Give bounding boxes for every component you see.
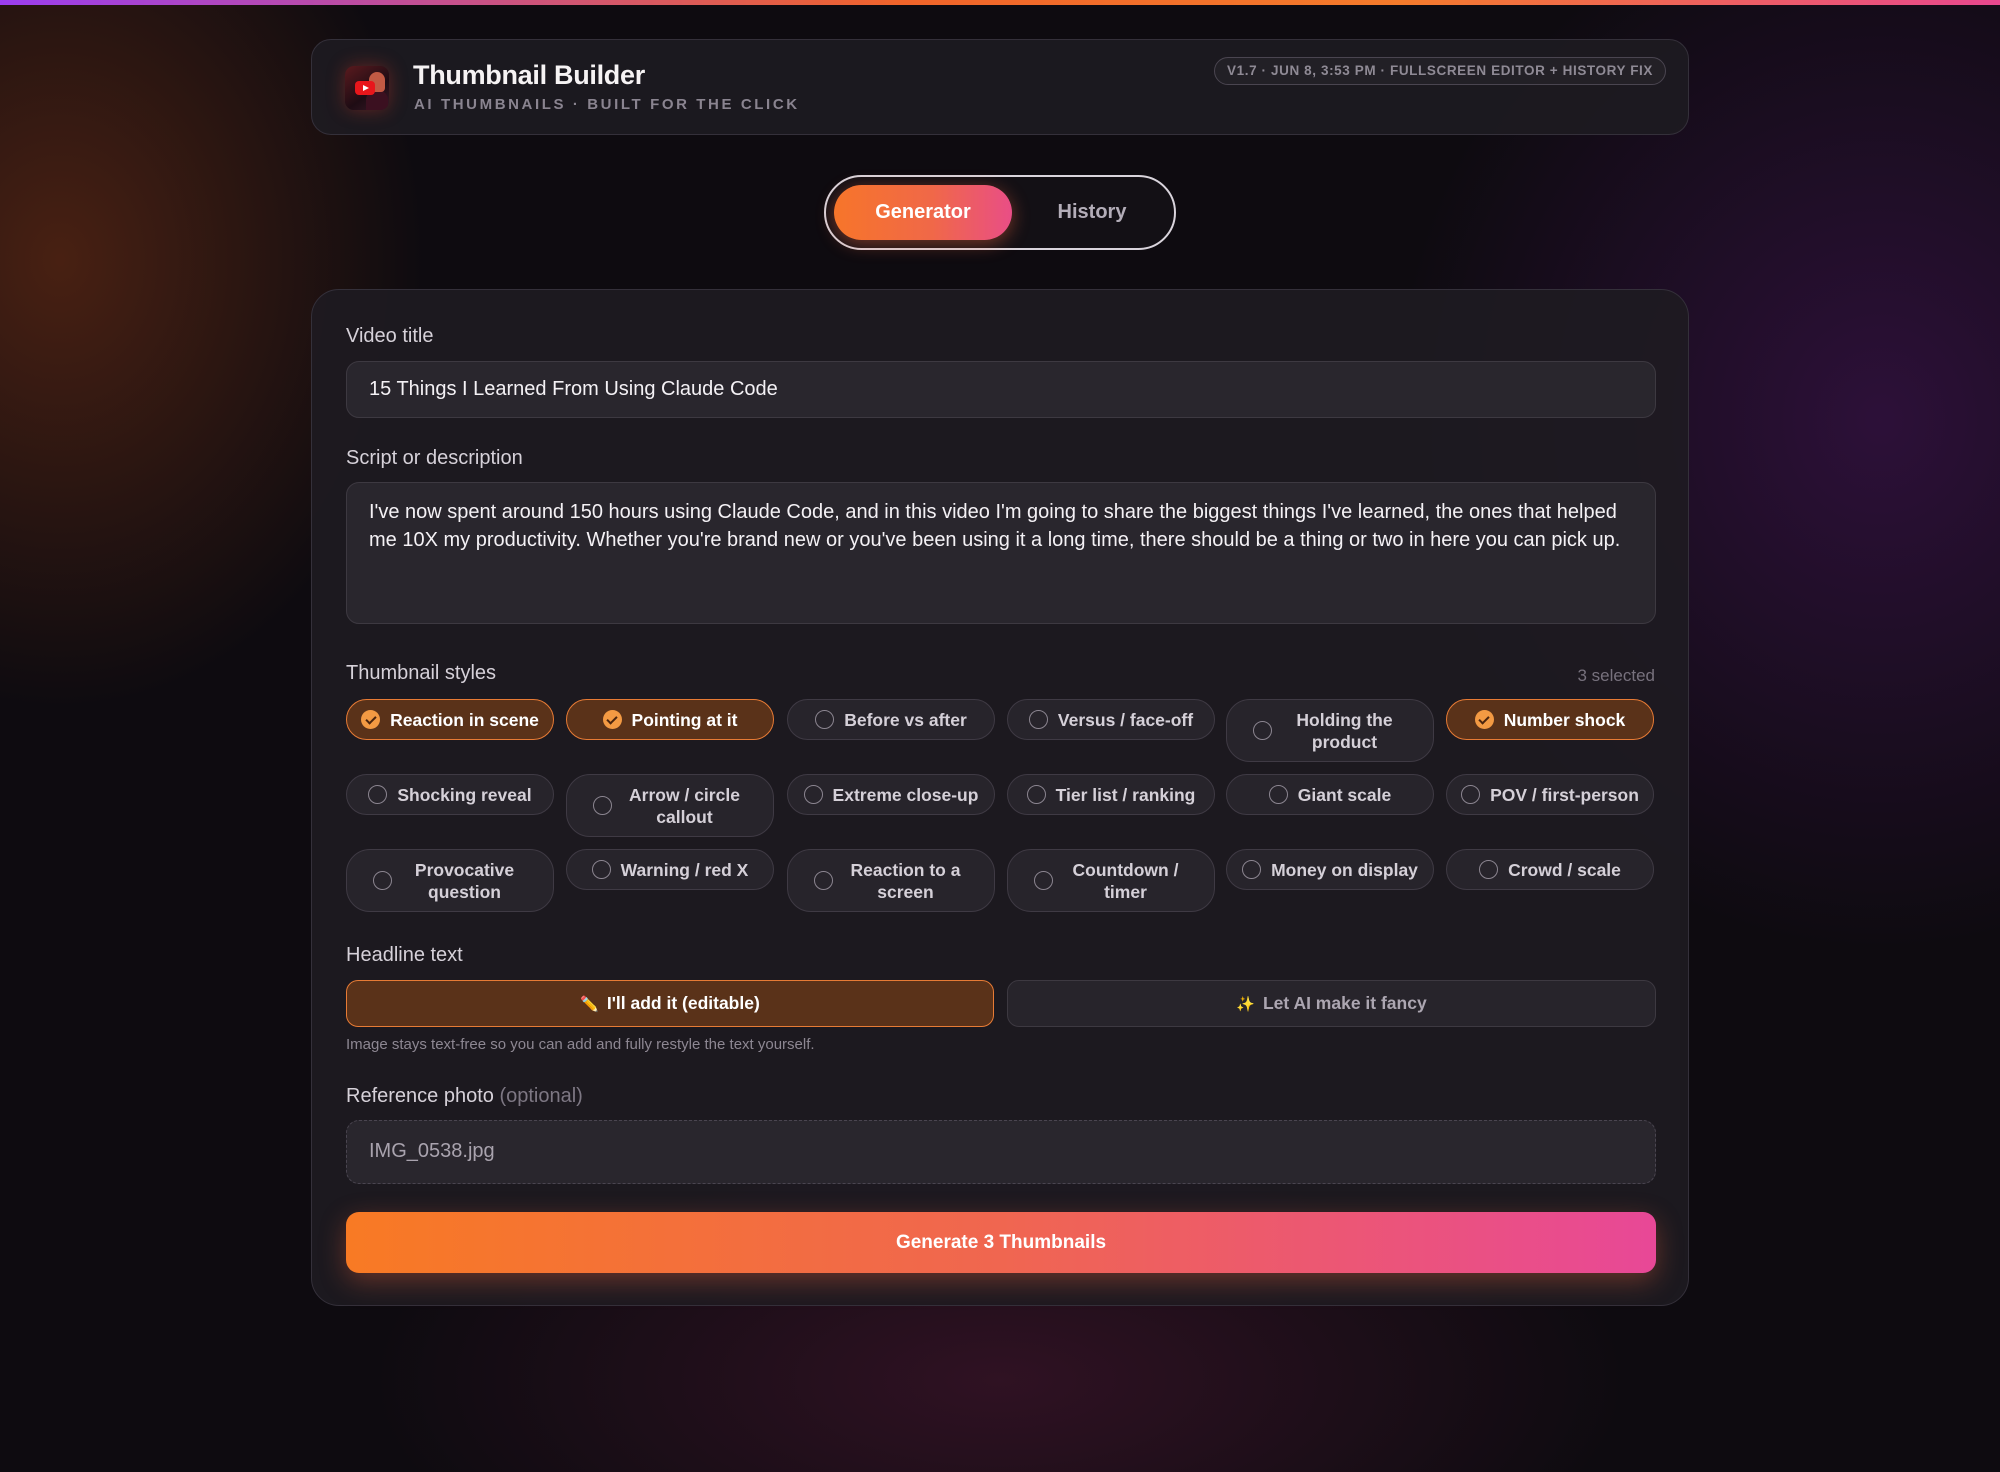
style-chip-extreme-close-up[interactable]: Extreme close-up bbox=[787, 774, 995, 815]
check-icon bbox=[361, 710, 381, 729]
selected-count: 3 selected bbox=[1577, 666, 1656, 685]
radio-icon bbox=[1028, 710, 1048, 729]
style-chip-reaction-in-scene[interactable]: Reaction in scene bbox=[346, 699, 554, 740]
style-chip-reaction-to-a-screen[interactable]: Reaction to a screen bbox=[787, 849, 995, 912]
reference-photo-label: Reference photo (optional) bbox=[346, 1085, 583, 1107]
radio-icon bbox=[1461, 785, 1481, 804]
style-chip-pointing-at-it[interactable]: Pointing at it bbox=[566, 699, 774, 740]
radio-icon bbox=[803, 785, 823, 804]
script-label: Script or description bbox=[346, 447, 523, 469]
tab-switcher: Generator History bbox=[824, 175, 1176, 250]
radio-icon bbox=[814, 871, 833, 890]
radio-icon bbox=[1268, 785, 1288, 804]
style-chip-number-shock[interactable]: Number shock bbox=[1446, 699, 1654, 740]
radio-icon bbox=[368, 785, 388, 804]
style-chip-giant-scale[interactable]: Giant scale bbox=[1226, 774, 1434, 815]
generator-form: Video title 15 Things I Learned From Usi… bbox=[311, 289, 1689, 1306]
style-chip-warning-red-x[interactable]: Warning / red X bbox=[566, 849, 774, 890]
optional-tag: (optional) bbox=[499, 1085, 583, 1107]
top-accent-bar bbox=[0, 0, 2000, 5]
style-chip-versus-face-off[interactable]: Versus / face-off bbox=[1007, 699, 1215, 740]
radio-icon bbox=[591, 860, 611, 879]
radio-icon bbox=[1242, 860, 1262, 879]
style-chip-before-vs-after[interactable]: Before vs after bbox=[787, 699, 995, 740]
headline-label: Headline text bbox=[346, 944, 463, 966]
video-title-input[interactable]: 15 Things I Learned From Using Claude Co… bbox=[346, 361, 1656, 418]
style-chip-tier-list-ranking[interactable]: Tier list / ranking bbox=[1007, 774, 1215, 815]
radio-icon bbox=[593, 796, 612, 815]
check-icon bbox=[1474, 710, 1494, 729]
version-badge: V1.7 · JUN 8, 3:53 PM · FULLSCREEN EDITO… bbox=[1214, 57, 1666, 85]
radio-icon bbox=[1026, 785, 1046, 804]
style-chip-crowd-scale[interactable]: Crowd / scale bbox=[1446, 849, 1654, 890]
style-chip-shocking-reveal[interactable]: Shocking reveal bbox=[346, 774, 554, 815]
style-chip-provocative-question[interactable]: Provocative question bbox=[346, 849, 554, 912]
style-chip-countdown-timer[interactable]: Countdown / timer bbox=[1007, 849, 1215, 912]
style-chip-arrow-circle-callout[interactable]: Arrow / circle callout bbox=[566, 774, 774, 837]
app-logo-icon bbox=[345, 66, 389, 110]
radio-icon bbox=[815, 710, 835, 729]
pencil-icon: ✏️ bbox=[580, 996, 599, 1013]
sparkles-icon: ✨ bbox=[1236, 996, 1255, 1013]
script-textarea[interactable]: I've now spent around 150 hours using Cl… bbox=[346, 482, 1656, 624]
styles-label: Thumbnail styles bbox=[346, 662, 497, 684]
radio-icon bbox=[1479, 860, 1499, 879]
radio-icon bbox=[1034, 871, 1053, 890]
headline-hint: Image stays text-free so you can add and… bbox=[346, 1036, 815, 1053]
video-title-label: Video title bbox=[346, 325, 434, 347]
style-chip-holding-the-product[interactable]: Holding the product bbox=[1226, 699, 1434, 762]
app-header: Thumbnail Builder AI THUMBNAILS · BUILT … bbox=[311, 39, 1689, 135]
tab-generator[interactable]: Generator bbox=[834, 185, 1012, 240]
style-chip-pov-first-person[interactable]: POV / first-person bbox=[1446, 774, 1654, 815]
app-title: Thumbnail Builder bbox=[413, 60, 645, 90]
style-chip-money-on-display[interactable]: Money on display bbox=[1226, 849, 1434, 890]
radio-icon bbox=[373, 871, 392, 890]
headline-option-ai[interactable]: ✨ Let AI make it fancy bbox=[1007, 980, 1656, 1027]
radio-icon bbox=[1253, 721, 1272, 740]
app-subtitle: AI THUMBNAILS · BUILT FOR THE CLICK bbox=[414, 96, 800, 113]
check-icon bbox=[602, 710, 622, 729]
headline-option-manual[interactable]: ✏️ I'll add it (editable) bbox=[346, 980, 994, 1027]
generate-button[interactable]: Generate 3 Thumbnails bbox=[346, 1212, 1656, 1273]
tab-history[interactable]: History bbox=[1022, 185, 1162, 240]
reference-photo-input[interactable]: IMG_0538.jpg bbox=[346, 1120, 1656, 1184]
